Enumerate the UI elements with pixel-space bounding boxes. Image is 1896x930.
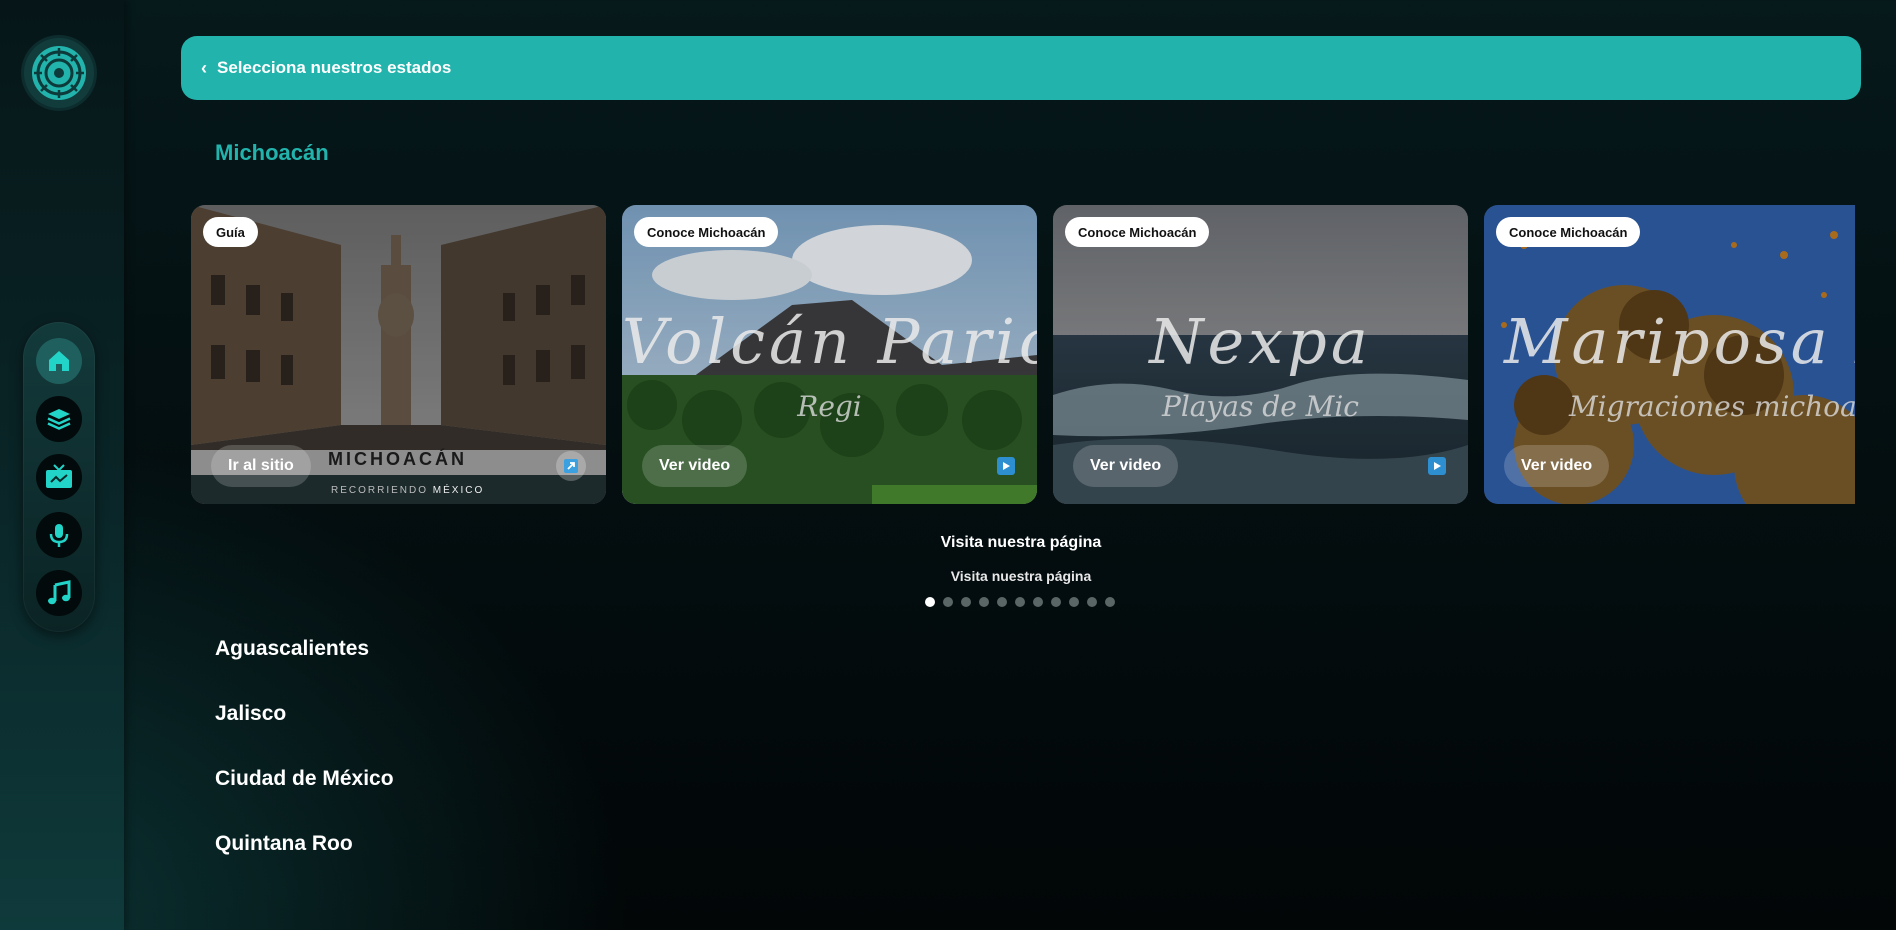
card-guide[interactable]: MICHOACÁN RECORRIENDO MÉXICO Guía Ir al …	[191, 205, 606, 504]
nav-home-button[interactable]	[36, 338, 82, 384]
carousel-caption-primary: Visita nuestra página	[940, 534, 1102, 551]
card-badge: Conoce Michoacán	[1496, 217, 1641, 247]
carousel-dot[interactable]	[1069, 597, 1079, 607]
home-icon	[49, 351, 69, 371]
card-overlay-subtitle: Regi	[797, 390, 862, 423]
go-to-site-button[interactable]: Ir al sitio	[211, 445, 311, 487]
card-overlay-subtitle: Playas de Mic	[1162, 390, 1359, 423]
card-video-paricutin[interactable]: Volcán Paricutín Regi Conoce Michoacán V…	[622, 205, 1037, 504]
nav-menu	[23, 322, 95, 632]
carousel-pagination	[925, 597, 1115, 607]
carousel-dot[interactable]	[1051, 597, 1061, 607]
aztec-sun-logo-icon[interactable]	[24, 38, 94, 108]
carousel-dot[interactable]	[1105, 597, 1115, 607]
carousel-dot[interactable]	[1033, 597, 1043, 607]
watch-video-button[interactable]: Ver video	[1073, 445, 1179, 487]
content-carousel[interactable]: MICHOACÁN RECORRIENDO MÉXICO Guía Ir al …	[191, 205, 1855, 505]
card-badge: Guía	[203, 217, 258, 247]
nav-tv-button[interactable]	[36, 454, 82, 500]
carousel-dot[interactable]	[1015, 597, 1025, 607]
layers-icon	[47, 409, 71, 430]
carousel-dot[interactable]	[997, 597, 1007, 607]
carousel-caption-secondary: Visita nuestra página	[950, 568, 1092, 584]
card-overlay-title: Mariposa Monarca	[1504, 305, 1855, 378]
card-overlay-subtitle: Migraciones michoacan	[1569, 390, 1855, 423]
carousel-dot[interactable]	[961, 597, 971, 607]
play-icon[interactable]	[997, 457, 1015, 475]
sidebar	[0, 0, 124, 930]
carousel-dot[interactable]	[925, 597, 935, 607]
state-item-ciudad-de-mexico[interactable]: Ciudad de México	[215, 767, 394, 791]
card-badge: Conoce Michoacán	[634, 217, 779, 247]
brand-name: MICHOACÁN	[328, 449, 467, 469]
state-item-aguascalientes[interactable]: Aguascalientes	[215, 637, 369, 661]
carousel-dot[interactable]	[943, 597, 953, 607]
carousel-dot[interactable]	[979, 597, 989, 607]
carousel-dot[interactable]	[1087, 597, 1097, 607]
nav-layers-button[interactable]	[36, 396, 82, 442]
brand-subtitle: RECORRIENDO MÉXICO	[331, 485, 485, 496]
card-overlay-title: Volcán Paricutín	[622, 305, 1037, 378]
header-back-bar[interactable]: ‹ Selecciona nuestros estados	[181, 36, 1861, 100]
current-state-title: Michoacán	[215, 140, 329, 165]
state-item-jalisco[interactable]: Jalisco	[215, 702, 286, 726]
watch-video-button[interactable]: Ver video	[1504, 445, 1610, 487]
card-overlay-title: Nexpa	[1149, 305, 1372, 378]
chevron-left-icon: ‹	[201, 57, 207, 78]
tv-icon	[46, 464, 72, 488]
header-title: Selecciona nuestros estados	[217, 58, 452, 77]
card-video-monarca[interactable]: Mariposa Monarca Migraciones michoacan C…	[1484, 205, 1855, 504]
card-video-nexpa[interactable]: Nexpa Playas de Mic Conoce Michoacán Ver…	[1053, 205, 1468, 504]
watch-video-button[interactable]: Ver video	[642, 445, 748, 487]
play-icon[interactable]	[1428, 457, 1446, 475]
card-badge: Conoce Michoacán	[1065, 217, 1210, 247]
external-link-icon[interactable]	[556, 451, 586, 481]
state-item-quintana-roo[interactable]: Quintana Roo	[215, 832, 353, 856]
